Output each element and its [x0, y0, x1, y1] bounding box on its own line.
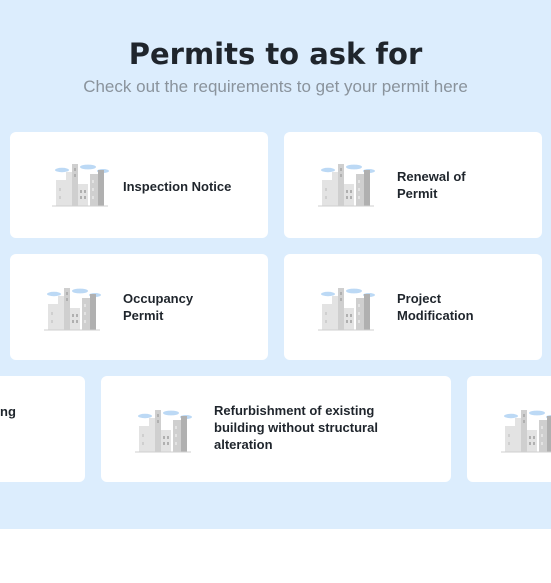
permit-card-renewal[interactable]: Renewal of Permit	[284, 132, 542, 238]
page-footer-area	[0, 529, 551, 583]
permit-card-label: Renewal of Permit	[397, 169, 466, 201]
permit-card-label: Project Modification	[397, 291, 474, 323]
permit-card-partial-left[interactable]: ng	[0, 376, 85, 482]
permits-section: Permits to ask for Check out the require…	[0, 0, 551, 529]
permit-card-label: Refurbishment of existing building witho…	[214, 403, 378, 452]
permit-card-refurbishment[interactable]: Refurbishment of existing building witho…	[101, 376, 451, 482]
page-subtitle: Check out the requirements to get your p…	[83, 77, 468, 96]
page-title: Permits to ask for	[128, 37, 423, 71]
permit-card-project-modification[interactable]: Project Modification	[284, 254, 542, 360]
building-illustration-icon	[318, 288, 375, 331]
permit-card-partial-right[interactable]	[467, 376, 551, 482]
permit-card-inspection-notice[interactable]: Inspection Notice	[10, 132, 268, 238]
building-illustration-icon	[52, 164, 109, 207]
permit-card-label: ng	[0, 404, 16, 419]
building-illustration-icon	[501, 410, 551, 453]
permit-card-label: Inspection Notice	[123, 179, 232, 194]
permit-card-occupancy[interactable]: Occupancy Permit	[10, 254, 268, 360]
building-illustration-icon	[44, 288, 101, 331]
permit-card-label: Occupancy Permit	[123, 291, 194, 323]
building-illustration-icon	[135, 410, 192, 453]
building-illustration-icon	[318, 164, 375, 207]
